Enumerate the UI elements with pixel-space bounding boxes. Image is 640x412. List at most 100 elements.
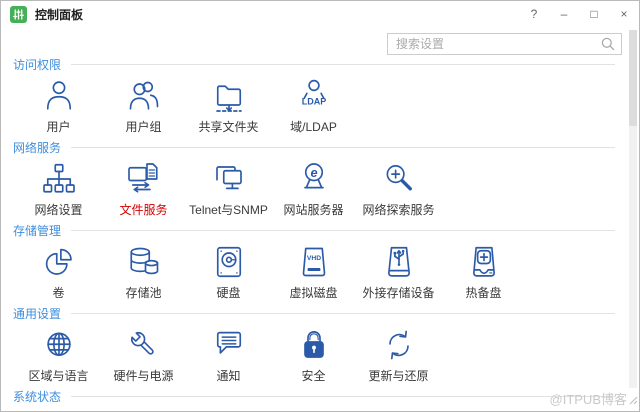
section-header: 存储管理 bbox=[11, 223, 615, 238]
section-storage-management: 存储管理 卷 存储池 硬盘 VHD 虚拟磁盘 外接存储设备 热备盘 bbox=[11, 223, 615, 306]
control-panel-app-icon bbox=[10, 5, 27, 23]
section-access-rights: 访问权限 用户 用户组 共享文件夹 LDAP 域/LDAP bbox=[11, 57, 615, 140]
svg-text:LDAP: LDAP bbox=[301, 96, 326, 106]
hot-spare-icon bbox=[466, 243, 502, 281]
item-label: 用户组 bbox=[125, 120, 162, 134]
items-row: 网络设置 文件服务 Telnet与SNMP e 网站服务器 网络探索服务 bbox=[11, 160, 615, 217]
sections-list: 访问权限 用户 用户组 共享文件夹 LDAP 域/LDAP 网络服务 网络设置 … bbox=[1, 27, 639, 411]
region-language-icon bbox=[41, 326, 77, 364]
section-title: 系统状态 bbox=[13, 389, 62, 404]
cp-item-volume[interactable]: 卷 bbox=[16, 243, 101, 300]
update-restore-icon bbox=[381, 326, 417, 364]
item-label: 外接存储设备 bbox=[362, 286, 435, 300]
cp-item-hardware-power[interactable]: 硬件与电源 bbox=[101, 326, 186, 383]
domain-ldap-icon: LDAP bbox=[296, 77, 332, 115]
network-settings-icon bbox=[41, 160, 77, 198]
resize-grip-icon[interactable] bbox=[628, 392, 638, 410]
section-title: 访问权限 bbox=[13, 57, 62, 72]
item-label: 网络设置 bbox=[34, 203, 83, 217]
cp-item-network-discovery[interactable]: 网络探索服务 bbox=[356, 160, 441, 217]
cp-item-notification[interactable]: 通知 bbox=[186, 326, 271, 383]
svg-text:e: e bbox=[310, 165, 317, 180]
item-label: 网络探索服务 bbox=[362, 203, 435, 217]
cp-item-network-settings[interactable]: 网络设置 bbox=[16, 160, 101, 217]
maximize-button[interactable]: □ bbox=[579, 1, 609, 27]
items-row: 区域与语言 硬件与电源 通知 安全 更新与还原 bbox=[11, 326, 615, 383]
shared-folder-icon bbox=[211, 77, 247, 115]
item-label: 共享文件夹 bbox=[198, 120, 259, 134]
cp-item-file-services[interactable]: 文件服务 bbox=[101, 160, 186, 217]
storage-pool-icon bbox=[126, 243, 162, 281]
cp-item-user-group[interactable]: 用户组 bbox=[101, 77, 186, 134]
section-network-services: 网络服务 网络设置 文件服务 Telnet与SNMP e 网站服务器 网络探索服… bbox=[11, 140, 615, 223]
section-divider bbox=[71, 312, 615, 314]
item-label: 存储池 bbox=[125, 286, 162, 300]
scrollbar-thumb[interactable] bbox=[629, 30, 637, 126]
cp-item-region-language[interactable]: 区域与语言 bbox=[16, 326, 101, 383]
item-label: 用户 bbox=[46, 120, 71, 134]
section-title: 存储管理 bbox=[13, 223, 62, 238]
cp-item-web-server[interactable]: e 网站服务器 bbox=[271, 160, 356, 217]
cp-item-domain-ldap[interactable]: LDAP 域/LDAP bbox=[271, 77, 356, 134]
security-icon bbox=[296, 326, 332, 364]
close-button[interactable]: × bbox=[609, 1, 639, 27]
cp-item-security[interactable]: 安全 bbox=[271, 326, 356, 383]
watermark-text: @ITPUB博客 bbox=[549, 392, 627, 407]
search-input[interactable] bbox=[388, 37, 600, 51]
item-label: 通知 bbox=[216, 369, 241, 383]
item-label: 网站服务器 bbox=[283, 203, 344, 217]
item-label: 硬盘 bbox=[216, 286, 241, 300]
items-row: 卷 存储池 硬盘 VHD 虚拟磁盘 外接存储设备 热备盘 bbox=[11, 243, 615, 300]
telnet-snmp-icon bbox=[211, 160, 247, 198]
cp-item-user[interactable]: 用户 bbox=[16, 77, 101, 134]
item-label: 域/LDAP bbox=[290, 120, 337, 134]
section-system-status: 系统状态 bbox=[11, 389, 615, 411]
item-label: 卷 bbox=[52, 286, 65, 300]
cp-item-shared-folder[interactable]: 共享文件夹 bbox=[186, 77, 271, 134]
external-storage-icon bbox=[381, 243, 417, 281]
section-header: 访问权限 bbox=[11, 57, 615, 72]
window-title: 控制面板 bbox=[35, 7, 84, 22]
help-button[interactable]: ? bbox=[519, 1, 549, 27]
cp-item-storage-pool[interactable]: 存储池 bbox=[101, 243, 186, 300]
svg-text:VHD: VHD bbox=[306, 255, 320, 262]
item-label: 虚拟磁盘 bbox=[289, 286, 338, 300]
section-divider bbox=[71, 146, 615, 148]
web-server-icon: e bbox=[296, 160, 332, 198]
hard-disk-icon bbox=[211, 243, 247, 281]
search-icon[interactable] bbox=[600, 36, 616, 52]
item-label: 区域与语言 bbox=[28, 369, 89, 383]
item-label: 更新与还原 bbox=[368, 369, 429, 383]
cp-item-hot-spare[interactable]: 热备盘 bbox=[441, 243, 526, 300]
network-discovery-icon bbox=[381, 160, 417, 198]
window-controls: ? – □ × bbox=[519, 1, 639, 27]
user-icon bbox=[41, 77, 77, 115]
section-divider bbox=[71, 395, 615, 397]
title-bar: 控制面板 ? – □ × bbox=[1, 1, 639, 27]
cp-item-virtual-disk[interactable]: VHD 虚拟磁盘 bbox=[271, 243, 356, 300]
section-divider bbox=[71, 229, 615, 231]
content-area: 访问权限 用户 用户组 共享文件夹 bbox=[1, 27, 639, 411]
notification-icon bbox=[211, 326, 247, 364]
item-label: 硬件与电源 bbox=[113, 369, 174, 383]
items-row: 用户 用户组 共享文件夹 LDAP 域/LDAP bbox=[11, 77, 615, 134]
hardware-power-icon bbox=[126, 326, 162, 364]
section-header: 网络服务 bbox=[11, 140, 615, 155]
virtual-disk-icon: VHD bbox=[296, 243, 332, 281]
section-header: 通用设置 bbox=[11, 306, 615, 321]
vertical-scrollbar[interactable] bbox=[629, 30, 637, 388]
section-title: 网络服务 bbox=[13, 140, 62, 155]
item-label: Telnet与SNMP bbox=[189, 203, 268, 217]
cp-item-update-restore[interactable]: 更新与还原 bbox=[356, 326, 441, 383]
cp-item-telnet-snmp[interactable]: Telnet与SNMP bbox=[186, 160, 271, 217]
minimize-button[interactable]: – bbox=[549, 1, 579, 27]
cp-item-external-storage[interactable]: 外接存储设备 bbox=[356, 243, 441, 300]
section-divider bbox=[71, 63, 615, 65]
cp-item-hard-disk[interactable]: 硬盘 bbox=[186, 243, 271, 300]
item-label: 安全 bbox=[301, 369, 326, 383]
file-services-icon bbox=[126, 160, 162, 198]
item-label: 热备盘 bbox=[465, 286, 502, 300]
user-group-icon bbox=[126, 77, 162, 115]
search-box[interactable] bbox=[387, 33, 622, 55]
section-general-settings: 通用设置 区域与语言 硬件与电源 通知 安全 更新与还原 bbox=[11, 306, 615, 389]
